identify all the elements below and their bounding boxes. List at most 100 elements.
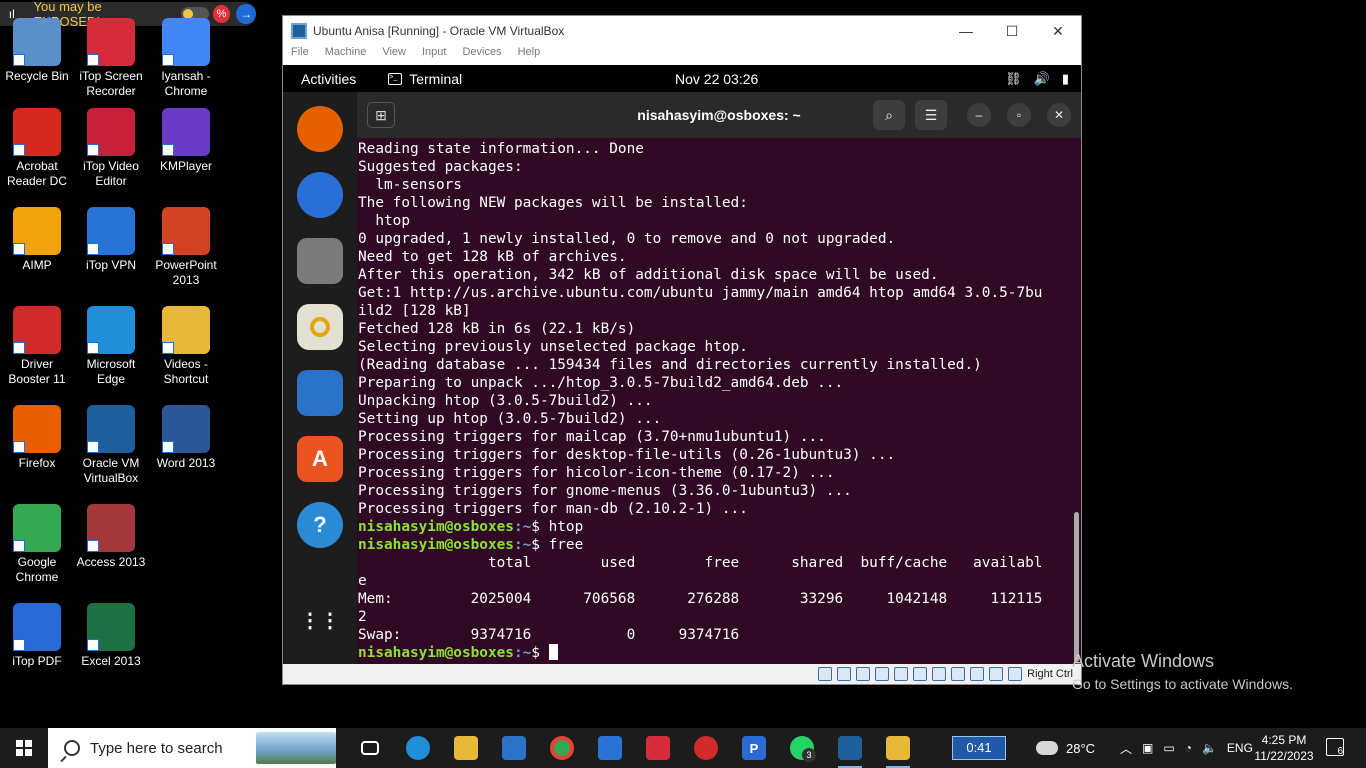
- desktop-icon[interactable]: iTop PDF: [0, 603, 74, 669]
- taskbar-mail[interactable]: [490, 728, 538, 768]
- shortcut-arrow-icon: [13, 54, 25, 66]
- menu-view[interactable]: View: [382, 46, 406, 64]
- desktop-icon[interactable]: Acrobat Reader DC: [0, 108, 74, 189]
- desktop-icon-label: Oracle VM VirtualBox: [82, 456, 140, 485]
- close-button[interactable]: ✕: [1035, 23, 1081, 40]
- menu-icon[interactable]: ☰: [915, 100, 947, 130]
- desktop-icon[interactable]: Videos - Shortcut: [149, 306, 223, 387]
- virtualbox-titlebar[interactable]: Ubuntu Anisa [Running] - Oracle VM Virtu…: [283, 16, 1081, 46]
- activation-watermark: Activate Windows Go to Settings to activ…: [1072, 651, 1293, 692]
- timer-widget[interactable]: 0:41: [952, 736, 1006, 760]
- thunderbird-icon[interactable]: [297, 172, 343, 218]
- maximize-button[interactable]: ☐: [989, 23, 1035, 40]
- restore-icon[interactable]: ▫: [1007, 103, 1031, 127]
- meet-now-icon[interactable]: ▣: [1142, 741, 1153, 755]
- vm-display[interactable]: Activities >_ Terminal Nov 22 03:26 ⛓ 🔊 …: [283, 65, 1081, 665]
- task-view-button[interactable]: [346, 728, 394, 768]
- menu-input[interactable]: Input: [422, 46, 446, 64]
- desktop-icon[interactable]: Google Chrome: [0, 504, 74, 585]
- app-menu[interactable]: >_ Terminal: [388, 71, 462, 87]
- files-icon[interactable]: [297, 238, 343, 284]
- virtualbox-window[interactable]: Ubuntu Anisa [Running] - Oracle VM Virtu…: [282, 15, 1082, 685]
- weather-widget[interactable]: 28°C: [1033, 728, 1095, 768]
- taskbar-itop-screen-recorder[interactable]: [634, 728, 682, 768]
- recording-icon[interactable]: [951, 667, 966, 681]
- minimize-icon[interactable]: –: [967, 103, 991, 127]
- keyboard-icon[interactable]: [1008, 667, 1023, 681]
- taskbar-search[interactable]: Type here to search: [48, 728, 336, 768]
- start-button[interactable]: [0, 728, 48, 768]
- minimize-button[interactable]: —: [943, 23, 989, 40]
- menu-file[interactable]: File: [291, 46, 309, 64]
- taskbar-whatsapp[interactable]: 3: [778, 728, 826, 768]
- desktop-icon[interactable]: Driver Booster 11: [0, 306, 74, 387]
- taskbar-virtualbox[interactable]: [826, 728, 874, 768]
- prompt-path: :~: [513, 537, 532, 553]
- rhythmbox-icon[interactable]: [297, 304, 343, 350]
- taskbar-clock[interactable]: 4:25 PM 11/22/2023: [1254, 732, 1314, 764]
- volume-icon[interactable]: 🔈: [1202, 741, 1217, 755]
- chrome-icon: [550, 736, 574, 760]
- terminal-line: lm-sensors: [358, 177, 462, 193]
- desktop-icon[interactable]: Oracle VM VirtualBox: [74, 405, 148, 486]
- desktop-icon[interactable]: Access 2013: [74, 504, 148, 570]
- terminal-output[interactable]: Reading state information... Done Suggest…: [358, 140, 1074, 665]
- close-icon[interactable]: ✕: [1047, 103, 1071, 127]
- language-indicator[interactable]: ENG: [1227, 741, 1253, 755]
- software-icon[interactable]: A: [297, 436, 343, 482]
- arrow-icon[interactable]: →: [236, 4, 256, 24]
- desktop-icon[interactable]: PowerPoint 2013: [149, 207, 223, 288]
- desktop-icon[interactable]: AIMP: [0, 207, 74, 273]
- taskbar-file-explorer[interactable]: [442, 728, 490, 768]
- desktop-icon[interactable]: Iyansah - Chrome: [149, 18, 223, 99]
- desktop-icon[interactable]: Recycle Bin: [0, 18, 74, 84]
- system-menu[interactable]: ⛓ 🔊 ▮: [1005, 71, 1069, 87]
- activities-button[interactable]: Activities: [301, 71, 356, 87]
- taskbar-itop-pdf[interactable]: P: [730, 728, 778, 768]
- display-icon[interactable]: [932, 667, 947, 681]
- wifi-icon[interactable]: ◔: [1185, 741, 1192, 755]
- gnome-clock[interactable]: Nov 22 03:26: [675, 71, 758, 87]
- audio-icon[interactable]: [856, 667, 871, 681]
- access-icon: [87, 504, 135, 552]
- desktop-icon[interactable]: iTop Video Editor: [74, 108, 148, 189]
- notification-center-icon[interactable]: 6: [1326, 738, 1344, 757]
- cpu-icon[interactable]: [970, 667, 985, 681]
- desktop-icon[interactable]: iTop Screen Recorder: [74, 18, 148, 99]
- optical-icon[interactable]: [837, 667, 852, 681]
- taskbar-chrome[interactable]: [538, 728, 586, 768]
- terminal-window[interactable]: ⊞ nisahasyim@osboxes: ~ ⌕ ☰ – ▫ ✕ Readin…: [357, 92, 1081, 665]
- menu-help[interactable]: Help: [518, 46, 541, 64]
- menu-devices[interactable]: Devices: [462, 46, 501, 64]
- chevron-up-icon[interactable]: ︿: [1120, 740, 1132, 757]
- firefox-icon[interactable]: [297, 106, 343, 152]
- desktop-icon[interactable]: Microsoft Edge: [74, 306, 148, 387]
- desktop-icon[interactable]: Excel 2013: [74, 603, 148, 669]
- network-adapter-icon[interactable]: [875, 667, 890, 681]
- show-apps-icon[interactable]: ⋮⋮: [297, 597, 343, 643]
- terminal-scrollbar[interactable]: [1074, 512, 1079, 662]
- desktop-icon[interactable]: Word 2013: [149, 405, 223, 471]
- shared-folder-icon[interactable]: [913, 667, 928, 681]
- help-icon[interactable]: ?: [297, 502, 343, 548]
- battery-icon[interactable]: ▭: [1163, 741, 1174, 755]
- writer-icon[interactable]: [297, 370, 343, 416]
- search-icon[interactable]: ⌕: [873, 100, 905, 130]
- taskbar-itop-vpn[interactable]: [586, 728, 634, 768]
- terminal-line: After this operation, 342 kB of addition…: [358, 267, 939, 283]
- terminal-line: Mem: 2025004 706568 276288 33296 1042148…: [358, 591, 1043, 607]
- terminal-line: Need to get 128 kB of archives.: [358, 249, 627, 265]
- hdd-icon[interactable]: [818, 667, 833, 681]
- taskbar-driver-booster[interactable]: [682, 728, 730, 768]
- taskbar-app[interactable]: [874, 728, 922, 768]
- mouse-integration-icon[interactable]: [989, 667, 1004, 681]
- desktop-icon[interactable]: KMPlayer: [149, 108, 223, 174]
- taskbar-edge[interactable]: [394, 728, 442, 768]
- desktop-icon[interactable]: Firefox: [0, 405, 74, 471]
- menu-machine[interactable]: Machine: [325, 46, 367, 64]
- shortcut-arrow-icon: [13, 540, 25, 552]
- battery-icon: ▮: [1061, 70, 1069, 86]
- taskbar-apps: P 3: [346, 728, 922, 768]
- usb-icon[interactable]: [894, 667, 909, 681]
- desktop-icon[interactable]: iTop VPN: [74, 207, 148, 273]
